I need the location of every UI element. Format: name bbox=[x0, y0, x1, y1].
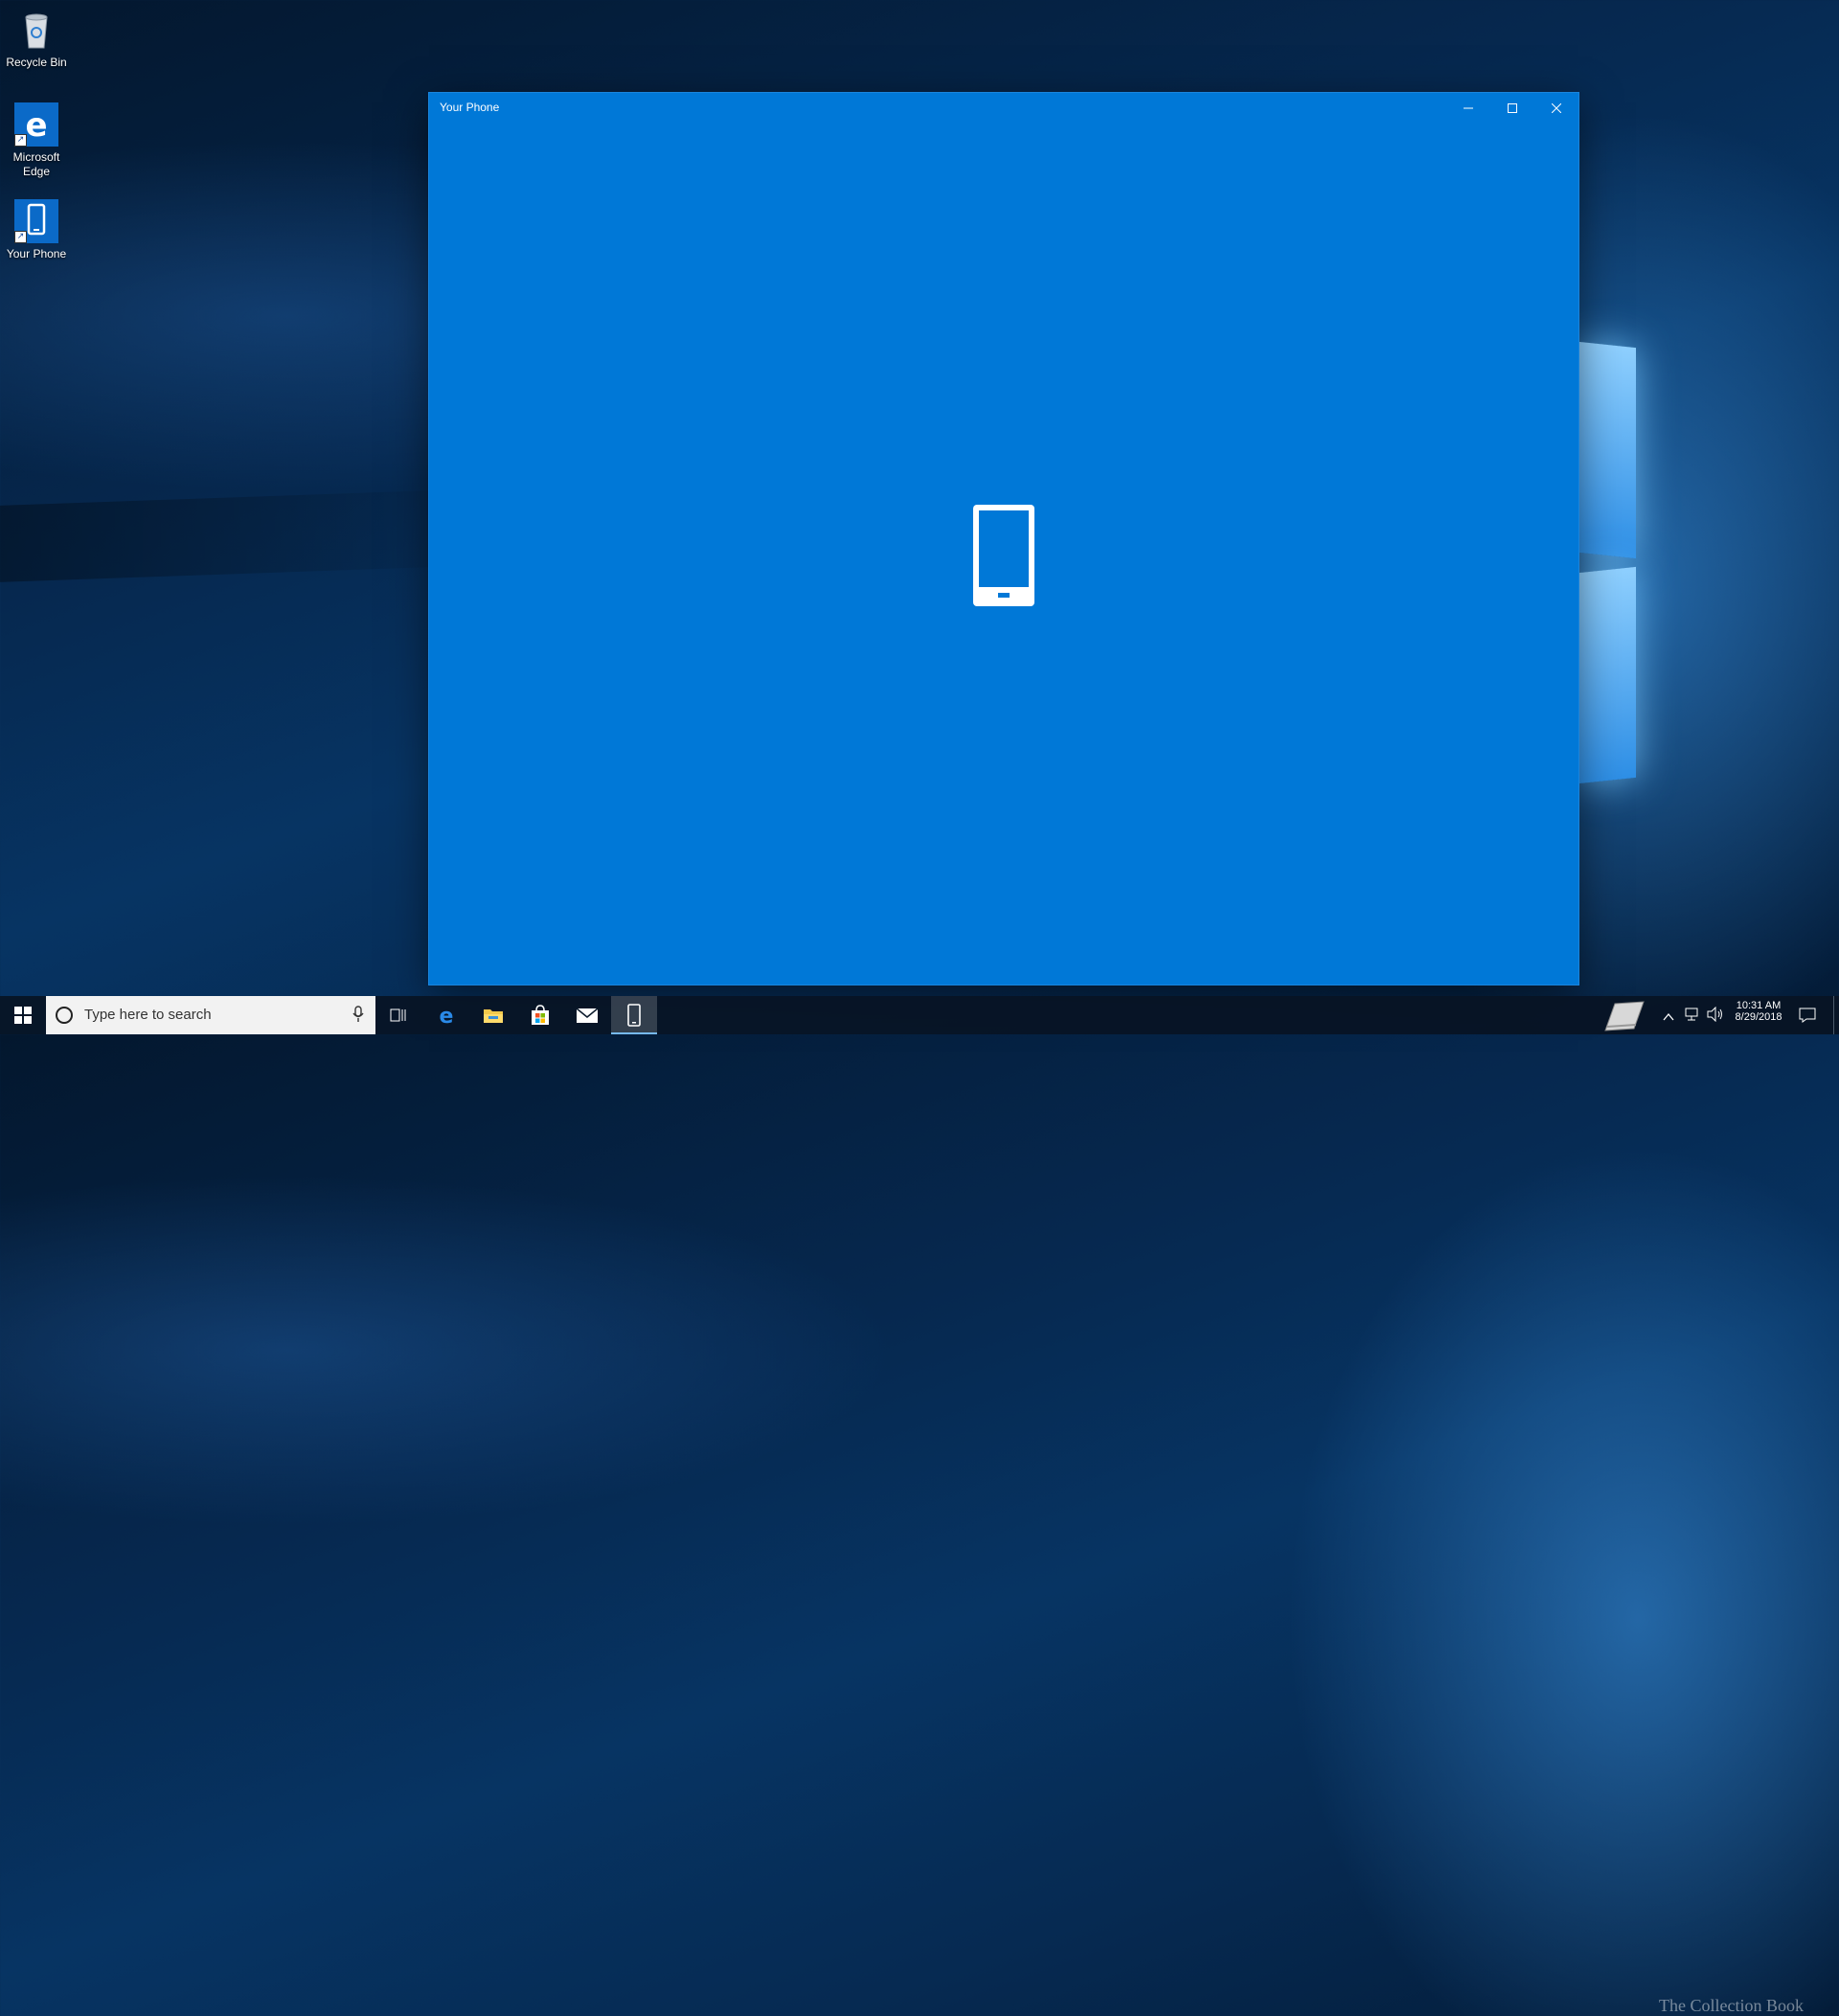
clock[interactable]: 10:31 AM 8/29/2018 bbox=[1730, 1000, 1787, 1023]
task-view-icon bbox=[390, 1008, 406, 1022]
splash-phone-icon bbox=[971, 503, 1036, 612]
edge-icon: e ↗ bbox=[14, 102, 58, 147]
volume-button[interactable] bbox=[1707, 1006, 1724, 1026]
minimize-icon bbox=[1464, 107, 1473, 109]
desktop-icon-microsoft-edge[interactable]: e ↗ Microsoft Edge bbox=[4, 102, 69, 179]
taskbar-edge-button[interactable]: e bbox=[423, 996, 469, 1034]
volume-icon bbox=[1707, 1006, 1722, 1023]
action-center-button[interactable] bbox=[1799, 1007, 1816, 1028]
clock-time: 10:31 AM bbox=[1736, 1000, 1782, 1011]
your-phone-window[interactable]: Your Phone bbox=[429, 93, 1578, 985]
svg-text:e: e bbox=[25, 106, 47, 145]
minimize-button[interactable] bbox=[1446, 93, 1490, 124]
store-icon bbox=[532, 1005, 549, 1025]
window-title: Your Phone bbox=[440, 101, 500, 114]
file-explorer-icon bbox=[484, 1009, 503, 1023]
clock-date: 8/29/2018 bbox=[1735, 1011, 1782, 1023]
taskbar-file-explorer-button[interactable] bbox=[470, 996, 516, 1034]
desktop-icon-label: Microsoft Edge bbox=[12, 150, 60, 178]
recycle-bin-icon bbox=[14, 8, 58, 52]
taskbar-mail-button[interactable] bbox=[564, 996, 610, 1034]
show-hidden-icons-button[interactable] bbox=[1663, 1008, 1674, 1026]
windows-logo-wallpaper bbox=[1578, 341, 1732, 795]
start-icon bbox=[14, 1007, 32, 1024]
mail-icon bbox=[576, 1008, 599, 1023]
book-logo-icon bbox=[1600, 998, 1649, 1038]
phone-icon: ↗ bbox=[14, 199, 58, 243]
close-button[interactable] bbox=[1534, 93, 1578, 124]
start-button[interactable] bbox=[0, 996, 46, 1034]
title-bar[interactable]: Your Phone bbox=[429, 93, 1578, 124]
shortcut-arrow-icon: ↗ bbox=[14, 134, 27, 147]
taskbar-your-phone-button[interactable] bbox=[611, 996, 657, 1034]
desktop-icon-label: Your Phone bbox=[6, 247, 67, 260]
chevron-up-icon bbox=[1663, 1012, 1674, 1021]
edge-icon: e bbox=[440, 1005, 454, 1027]
shortcut-arrow-icon: ↗ bbox=[14, 231, 27, 243]
search-placeholder: Type here to search bbox=[84, 1007, 212, 1023]
watermark-text: The Collection Book bbox=[1659, 1996, 1804, 2015]
network-icon bbox=[1685, 1008, 1698, 1021]
your-phone-icon bbox=[627, 1004, 641, 1027]
task-view-button[interactable] bbox=[375, 996, 421, 1034]
maximize-icon bbox=[1508, 103, 1517, 113]
svg-text:e: e bbox=[440, 1005, 454, 1027]
microphone-icon[interactable] bbox=[352, 1006, 364, 1027]
maximize-button[interactable] bbox=[1490, 93, 1534, 124]
cortana-icon bbox=[56, 1007, 73, 1024]
taskbar: Type here to search e The Collection Boo… bbox=[0, 996, 1839, 2015]
network-button[interactable] bbox=[1684, 1007, 1699, 1026]
close-icon bbox=[1552, 103, 1561, 113]
desktop-icon-recycle-bin[interactable]: Recycle Bin bbox=[4, 8, 69, 70]
desktop-icon-label: Recycle Bin bbox=[6, 56, 67, 69]
taskbar-store-button[interactable] bbox=[517, 996, 563, 1034]
desktop-icon-your-phone[interactable]: ↗ Your Phone bbox=[4, 199, 69, 261]
wallpaper-shadow-band bbox=[0, 490, 431, 582]
show-desktop-button[interactable] bbox=[1833, 996, 1839, 1034]
search-box[interactable]: Type here to search bbox=[46, 996, 375, 1034]
notifications-icon bbox=[1799, 1008, 1816, 1023]
